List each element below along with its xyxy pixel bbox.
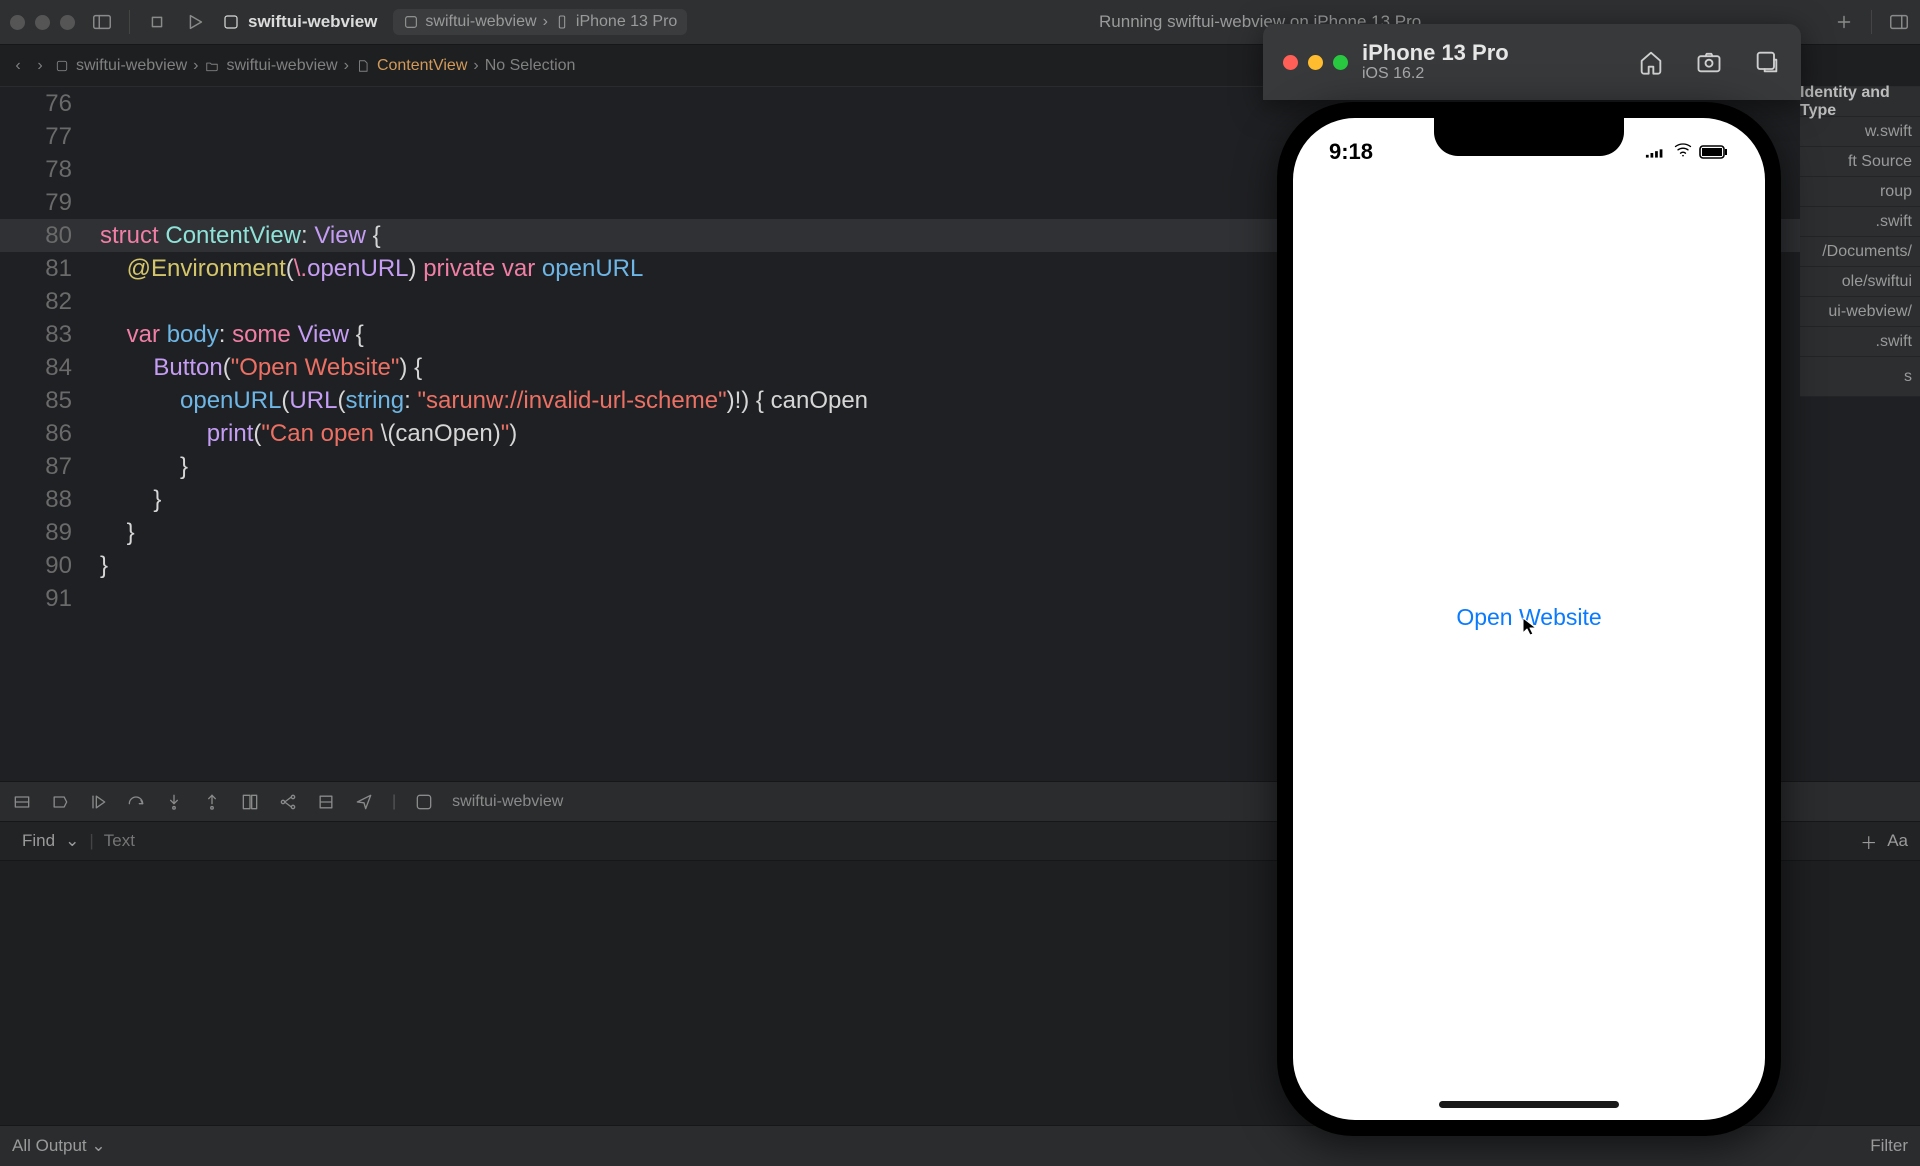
inspector-row[interactable]: ft Source	[1800, 147, 1920, 177]
battery-icon	[1699, 139, 1729, 165]
inspector-row[interactable]: roup	[1800, 177, 1920, 207]
run-button[interactable]	[184, 11, 206, 33]
line-number: 91	[0, 582, 88, 615]
history-back-icon[interactable]: ‹	[10, 58, 26, 74]
line-number: 89	[0, 516, 88, 549]
view-debug-icon[interactable]	[240, 792, 260, 812]
inspector-row: ui-webview/	[1800, 297, 1920, 327]
status-time: 9:18	[1329, 139, 1373, 165]
wifi-icon	[1673, 139, 1693, 165]
line-number: 80	[0, 219, 88, 252]
project-name: swiftui-webview	[248, 12, 377, 32]
line-number: 90	[0, 549, 88, 582]
chevron-right-icon: ›	[473, 57, 478, 75]
chevron-right-icon: ›	[344, 57, 349, 75]
line-number: 82	[0, 285, 88, 318]
swift-file-icon	[355, 58, 371, 74]
crumb[interactable]: swiftui-webview	[76, 57, 187, 75]
line-number: 78	[0, 153, 88, 186]
cellular-icon	[1645, 139, 1667, 165]
line-number: 87	[0, 450, 88, 483]
sidebar-toggle-icon[interactable]	[91, 11, 113, 33]
memory-graph-icon[interactable]	[278, 792, 298, 812]
inspector-row[interactable]: .swift	[1800, 327, 1920, 357]
home-indicator[interactable]	[1439, 1101, 1619, 1108]
hide-debug-icon[interactable]	[12, 792, 32, 812]
status-bar: 9:18	[1293, 132, 1765, 172]
step-over-icon[interactable]	[126, 792, 146, 812]
crumb[interactable]: swiftui-webview	[226, 57, 337, 75]
crumb[interactable]: No Selection	[485, 57, 576, 75]
scheme-name: swiftui-webview	[425, 13, 536, 31]
inspector-row: /Documents/	[1800, 237, 1920, 267]
target-icon	[414, 792, 434, 812]
separator: |	[392, 793, 396, 811]
line-number: 86	[0, 417, 88, 450]
project-selector[interactable]: swiftui-webview	[222, 12, 377, 32]
inspector-section-header: Identity and Type	[1800, 87, 1920, 117]
inspector-row: w.swift	[1800, 117, 1920, 147]
destination-name: iPhone 13 Pro	[576, 13, 677, 31]
separator: |	[89, 831, 93, 851]
location-icon[interactable]	[354, 792, 374, 812]
chevron-down-icon[interactable]: ⌄	[65, 831, 79, 851]
find-mode-label[interactable]: Find	[22, 831, 55, 851]
folder-icon	[204, 58, 220, 74]
window-traffic-lights[interactable]	[10, 15, 75, 30]
library-button[interactable]	[1833, 11, 1855, 33]
iphone-screen[interactable]: 9:18 Open Website	[1293, 118, 1765, 1120]
home-icon[interactable]	[1637, 48, 1665, 76]
scheme-selector[interactable]: swiftui-webview › iPhone 13 Pro	[393, 9, 687, 35]
inspector-row: ole/swiftui	[1800, 267, 1920, 297]
external-display-icon[interactable]	[1753, 48, 1781, 76]
line-number-gutter: 76777879808182838485868788899091	[0, 87, 88, 615]
chevron-right-icon: ›	[543, 13, 548, 31]
history-forward-icon[interactable]: ›	[32, 58, 48, 74]
project-icon	[54, 58, 70, 74]
step-out-icon[interactable]	[202, 792, 222, 812]
app-icon	[222, 13, 240, 31]
stop-button[interactable]	[146, 11, 168, 33]
simulator-subtitle: iOS 16.2	[1362, 65, 1509, 83]
inspector-toggle-icon[interactable]	[1888, 11, 1910, 33]
window-traffic-lights[interactable]	[1283, 55, 1348, 70]
toolbar-separator	[129, 10, 130, 34]
device-icon	[554, 14, 570, 30]
filter-label[interactable]: Filter	[1870, 1136, 1908, 1156]
mouse-cursor-icon	[1522, 617, 1538, 642]
debug-target-name[interactable]: swiftui-webview	[452, 793, 563, 811]
step-into-icon[interactable]	[164, 792, 184, 812]
line-number: 88	[0, 483, 88, 516]
continue-icon[interactable]	[88, 792, 108, 812]
iphone-device-frame: 9:18 Open Website	[1277, 102, 1781, 1136]
line-number: 76	[0, 87, 88, 120]
line-number: 85	[0, 384, 88, 417]
breakpoints-icon[interactable]	[50, 792, 70, 812]
line-number: 84	[0, 351, 88, 384]
add-filter-icon[interactable]: ＋	[1860, 829, 1877, 854]
inspector-row: .swift	[1800, 207, 1920, 237]
app-icon	[403, 14, 419, 30]
line-number: 81	[0, 252, 88, 285]
environment-icon[interactable]	[316, 792, 336, 812]
case-sensitive-toggle[interactable]: Aa	[1887, 831, 1908, 851]
simulator-title: iPhone 13 Pro	[1362, 41, 1509, 65]
simulator-window[interactable]: iPhone 13 Pro iOS 16.2	[1263, 24, 1801, 100]
screenshot-icon[interactable]	[1695, 48, 1723, 76]
line-number: 77	[0, 120, 88, 153]
toolbar-separator	[1871, 10, 1872, 34]
inspector-row: s	[1800, 357, 1920, 397]
line-number: 83	[0, 318, 88, 351]
inspector-panel: Identity and Type w.swift ft Source roup…	[1800, 87, 1920, 397]
line-number: 79	[0, 186, 88, 219]
output-selector[interactable]: All Output ⌄	[12, 1136, 106, 1156]
chevron-right-icon: ›	[193, 57, 198, 75]
crumb[interactable]: ContentView	[377, 57, 467, 75]
